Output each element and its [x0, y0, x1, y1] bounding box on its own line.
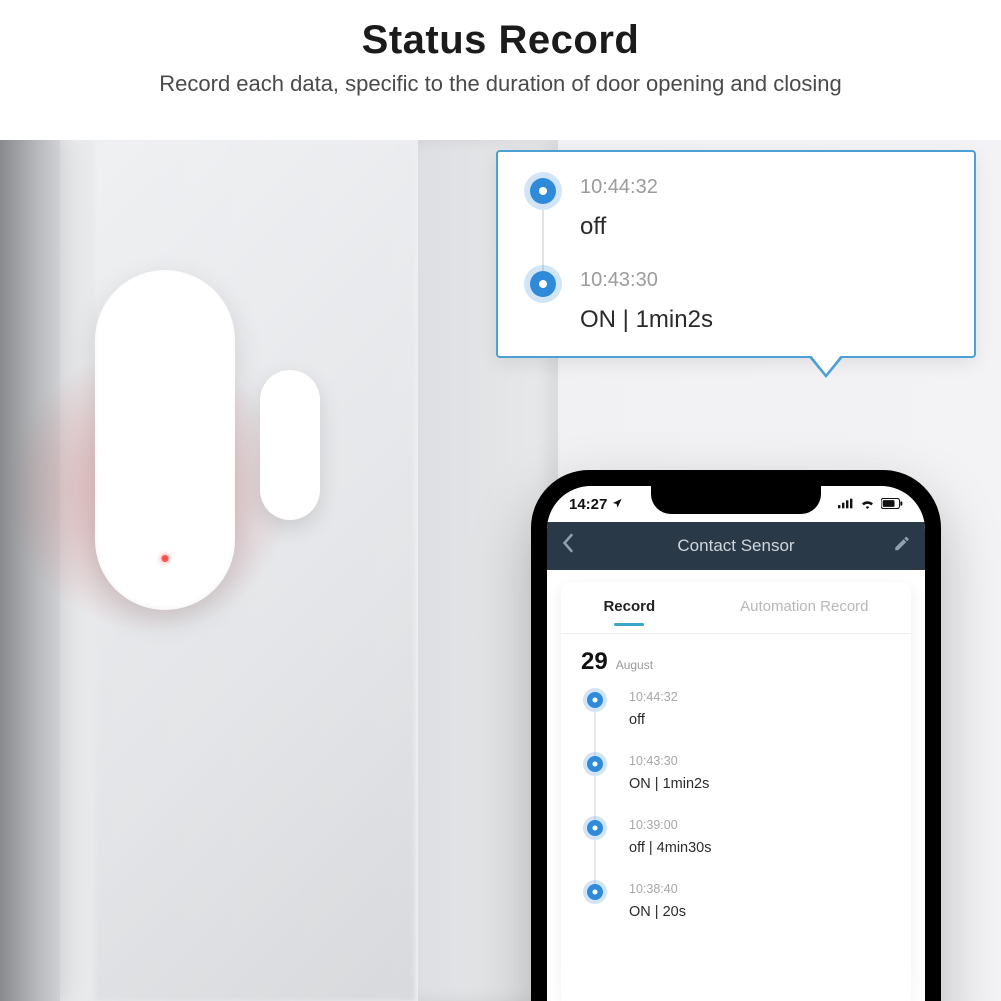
status-right: [838, 496, 903, 513]
date-day: 29: [581, 648, 608, 676]
timeline-dot-icon: [587, 884, 603, 900]
callout-time: 10:44:32: [580, 176, 952, 199]
sensor-magnet-unit: [260, 370, 320, 520]
status-time: 14:27: [569, 496, 623, 513]
timeline-label: ON | 20s: [629, 904, 891, 920]
callout-row: 10:43:30 ON | 1min2s: [524, 269, 952, 338]
timeline-dot-icon: [530, 271, 556, 297]
timeline-connector: [542, 210, 544, 273]
timeline-label: off | 4min30s: [629, 840, 891, 856]
app-bar: Contact Sensor: [547, 522, 925, 570]
wifi-icon: [860, 496, 875, 513]
battery-icon: [881, 496, 903, 513]
timeline-row: 10:38:40 ON | 20s: [587, 882, 891, 946]
timeline-time: 10:39:00: [629, 818, 891, 832]
page-title: Status Record: [20, 18, 981, 63]
timeline-connector: [594, 776, 596, 822]
timeline-dot-icon: [587, 692, 603, 708]
timeline-connector: [594, 712, 596, 758]
date-header: 29 August: [561, 634, 911, 684]
timeline-row: 10:39:00 off | 4min30s: [587, 818, 891, 882]
timeline-connector: [594, 840, 596, 886]
timeline-row: 10:43:30 ON | 1min2s: [587, 754, 891, 818]
marketing-header: Status Record Record each data, specific…: [0, 0, 1001, 107]
timeline-dot-icon: [587, 756, 603, 772]
timeline-time: 10:43:30: [629, 754, 891, 768]
callout-label: off: [580, 213, 952, 241]
callout-label: ON | 1min2s: [580, 306, 952, 334]
date-month: August: [616, 658, 653, 672]
status-time-text: 14:27: [569, 496, 607, 513]
page-subtitle: Record each data, specific to the durati…: [20, 71, 981, 97]
location-icon: [612, 496, 623, 513]
timeline: 10:44:32 off 10:43:30 ON | 1min2s 10:39:…: [561, 684, 911, 946]
status-callout: 10:44:32 off 10:43:30 ON | 1min2s: [496, 150, 976, 358]
tab-record[interactable]: Record: [599, 596, 659, 625]
callout-row: 10:44:32 off: [524, 176, 952, 269]
phone-notch: [651, 486, 821, 514]
sensor-main-unit: [95, 270, 235, 610]
app-title: Contact Sensor: [677, 536, 794, 556]
callout-time: 10:43:30: [580, 269, 952, 292]
record-card: Record Automation Record 29 August 10:44…: [561, 582, 911, 1001]
timeline-time: 10:44:32: [629, 690, 891, 704]
product-scene: 10:44:32 off 10:43:30 ON | 1min2s 14:27: [0, 140, 1001, 1001]
tab-automation-record[interactable]: Automation Record: [736, 596, 872, 625]
back-button[interactable]: [561, 533, 574, 559]
timeline-dot-icon: [587, 820, 603, 836]
timeline-row: 10:44:32 off: [587, 690, 891, 754]
tabs: Record Automation Record: [561, 596, 911, 634]
phone-mockup: 14:27: [531, 470, 941, 1001]
phone-screen: 14:27: [547, 486, 925, 1001]
timeline-label: off: [629, 712, 891, 728]
timeline-time: 10:38:40: [629, 882, 891, 896]
edit-button[interactable]: [893, 535, 911, 558]
timeline-dot-icon: [530, 178, 556, 204]
signal-icon: [838, 496, 854, 513]
timeline-label: ON | 1min2s: [629, 776, 891, 792]
